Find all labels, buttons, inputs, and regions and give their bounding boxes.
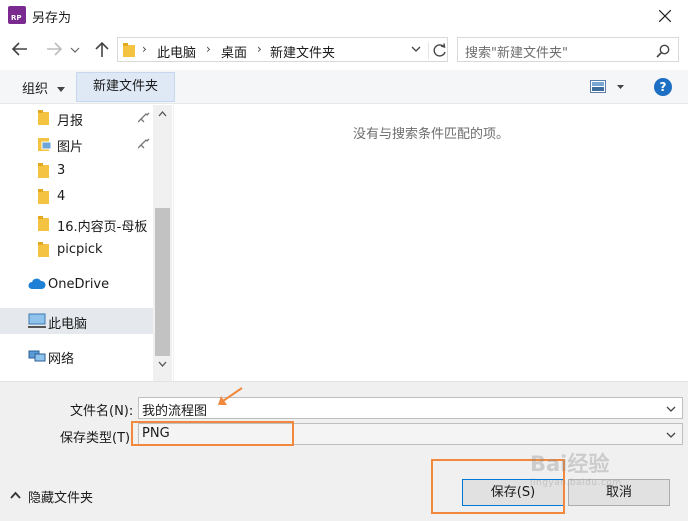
back-button[interactable]: [10, 40, 32, 60]
hide-folders-label: 隐藏文件夹: [28, 491, 94, 506]
forward-arrow-icon: [47, 42, 63, 56]
folder-icon: [38, 110, 49, 125]
sidebar-item-label: 图片: [57, 140, 84, 155]
breadcrumb-separator-icon: ›: [142, 42, 147, 56]
sidebar-item-label: 4: [57, 189, 66, 204]
baidu-watermark: Bai经验 jingyan.baidu.com: [530, 448, 622, 488]
help-button[interactable]: ?: [654, 78, 672, 96]
folder-icon: [38, 163, 49, 178]
view-options-icon[interactable]: [590, 80, 606, 93]
breadcrumb-separator-icon: ›: [206, 42, 211, 56]
folder-icon: [38, 216, 49, 231]
breadcrumb-new-folder[interactable]: 新建文件夹: [270, 42, 335, 61]
annotation-highlight-filetype: [131, 421, 294, 446]
new-folder-button[interactable]: 新建文件夹: [76, 72, 175, 102]
watermark-logo-text: Bai经验: [530, 452, 610, 476]
folder-icon: [38, 242, 49, 257]
address-bar[interactable]: › 此电脑 › 桌面 › 新建文件夹: [117, 37, 448, 62]
empty-results-message: 没有与搜索条件匹配的项。: [352, 127, 509, 142]
chevron-up-icon: [10, 491, 21, 499]
breadcrumb-separator-icon: ›: [257, 42, 262, 56]
search-placeholder: 搜索"新建文件夹": [465, 46, 568, 61]
search-input[interactable]: 搜索"新建文件夹": [457, 37, 679, 62]
close-icon: [659, 10, 671, 22]
breadcrumb-desktop[interactable]: 桌面: [221, 42, 247, 61]
search-icon: [656, 44, 670, 58]
sidebar-item-label: 月报: [57, 114, 84, 129]
organize-label: 组织: [22, 82, 49, 97]
back-arrow-icon: [11, 42, 27, 56]
refresh-button[interactable]: [428, 42, 446, 59]
window-title: 另存为: [32, 11, 72, 26]
annotation-arrow-icon: [218, 387, 243, 405]
filename-label: 文件名(N):: [70, 404, 134, 419]
sidebar-item-3[interactable]: 3: [0, 158, 153, 184]
axure-app-icon: RP: [8, 6, 26, 24]
sidebar-item-this-pc[interactable]: 此电脑: [0, 308, 153, 334]
pin-icon[interactable]: [138, 111, 150, 123]
folder-icon: [38, 189, 49, 204]
up-arrow-icon: [95, 41, 109, 57]
forward-button[interactable]: [44, 40, 66, 60]
sidebar-item-label: 此电脑: [48, 317, 88, 332]
recent-locations-button[interactable]: [70, 40, 82, 60]
computer-icon: [28, 313, 46, 328]
refresh-icon: [433, 43, 446, 57]
navigation-pane: 月报 图片 3 4 16.内容页-母板 picpick OneDrive 此电脑…: [0, 105, 172, 381]
scroll-down-icon[interactable]: [158, 361, 167, 367]
sidebar-item-pictures[interactable]: 图片: [0, 131, 153, 157]
sidebar-item-label: OneDrive: [48, 277, 110, 292]
chevron-down-icon[interactable]: [411, 46, 421, 54]
navigation-bar: › 此电脑 › 桌面 › 新建文件夹 搜索"新建文件夹": [0, 34, 688, 66]
scrollbar-thumb[interactable]: [155, 208, 170, 356]
sidebar-item-4[interactable]: 4: [0, 184, 153, 210]
sidebar-item-onedrive[interactable]: OneDrive: [0, 272, 153, 298]
sidebar-item-content-master[interactable]: 16.内容页-母板: [0, 211, 153, 237]
chevron-down-icon[interactable]: [666, 432, 676, 439]
sidebar-item-label: 16.内容页-母板: [57, 220, 148, 235]
sidebar-item-network[interactable]: 网络: [0, 343, 153, 369]
network-icon: [28, 350, 46, 362]
organize-button[interactable]: 组织: [12, 70, 75, 104]
dropdown-arrow-icon: [57, 86, 66, 92]
title-bar: RP 另存为: [0, 0, 688, 32]
navigation-scrollbar[interactable]: [153, 105, 172, 381]
filetype-label: 保存类型(T):: [60, 431, 135, 446]
sidebar-item-label: 3: [57, 163, 66, 178]
sidebar-item-picpick[interactable]: picpick: [0, 237, 153, 263]
file-list-area[interactable]: 没有与搜索条件匹配的项。: [173, 105, 688, 381]
scroll-up-icon[interactable]: [158, 111, 167, 117]
up-button[interactable]: [92, 40, 114, 60]
pin-icon[interactable]: [138, 137, 150, 149]
breadcrumb-this-pc[interactable]: 此电脑: [157, 42, 196, 61]
sidebar-item-monthly-report[interactable]: 月报: [0, 105, 153, 131]
pictures-folder-icon: [38, 138, 51, 151]
sidebar-item-label: 网络: [48, 352, 75, 367]
dropdown-arrow-icon[interactable]: [617, 85, 624, 90]
chevron-down-icon: [70, 47, 80, 53]
folder-icon: [123, 43, 135, 57]
cloud-icon: [28, 278, 46, 289]
chevron-down-icon[interactable]: [666, 406, 676, 413]
command-bar: 组织 新建文件夹 ?: [0, 70, 688, 104]
watermark-url: jingyan.baidu.com: [530, 478, 622, 488]
sidebar-item-label: picpick: [57, 242, 103, 257]
filename-value: 我的流程图: [142, 404, 208, 419]
close-button[interactable]: [642, 0, 688, 32]
